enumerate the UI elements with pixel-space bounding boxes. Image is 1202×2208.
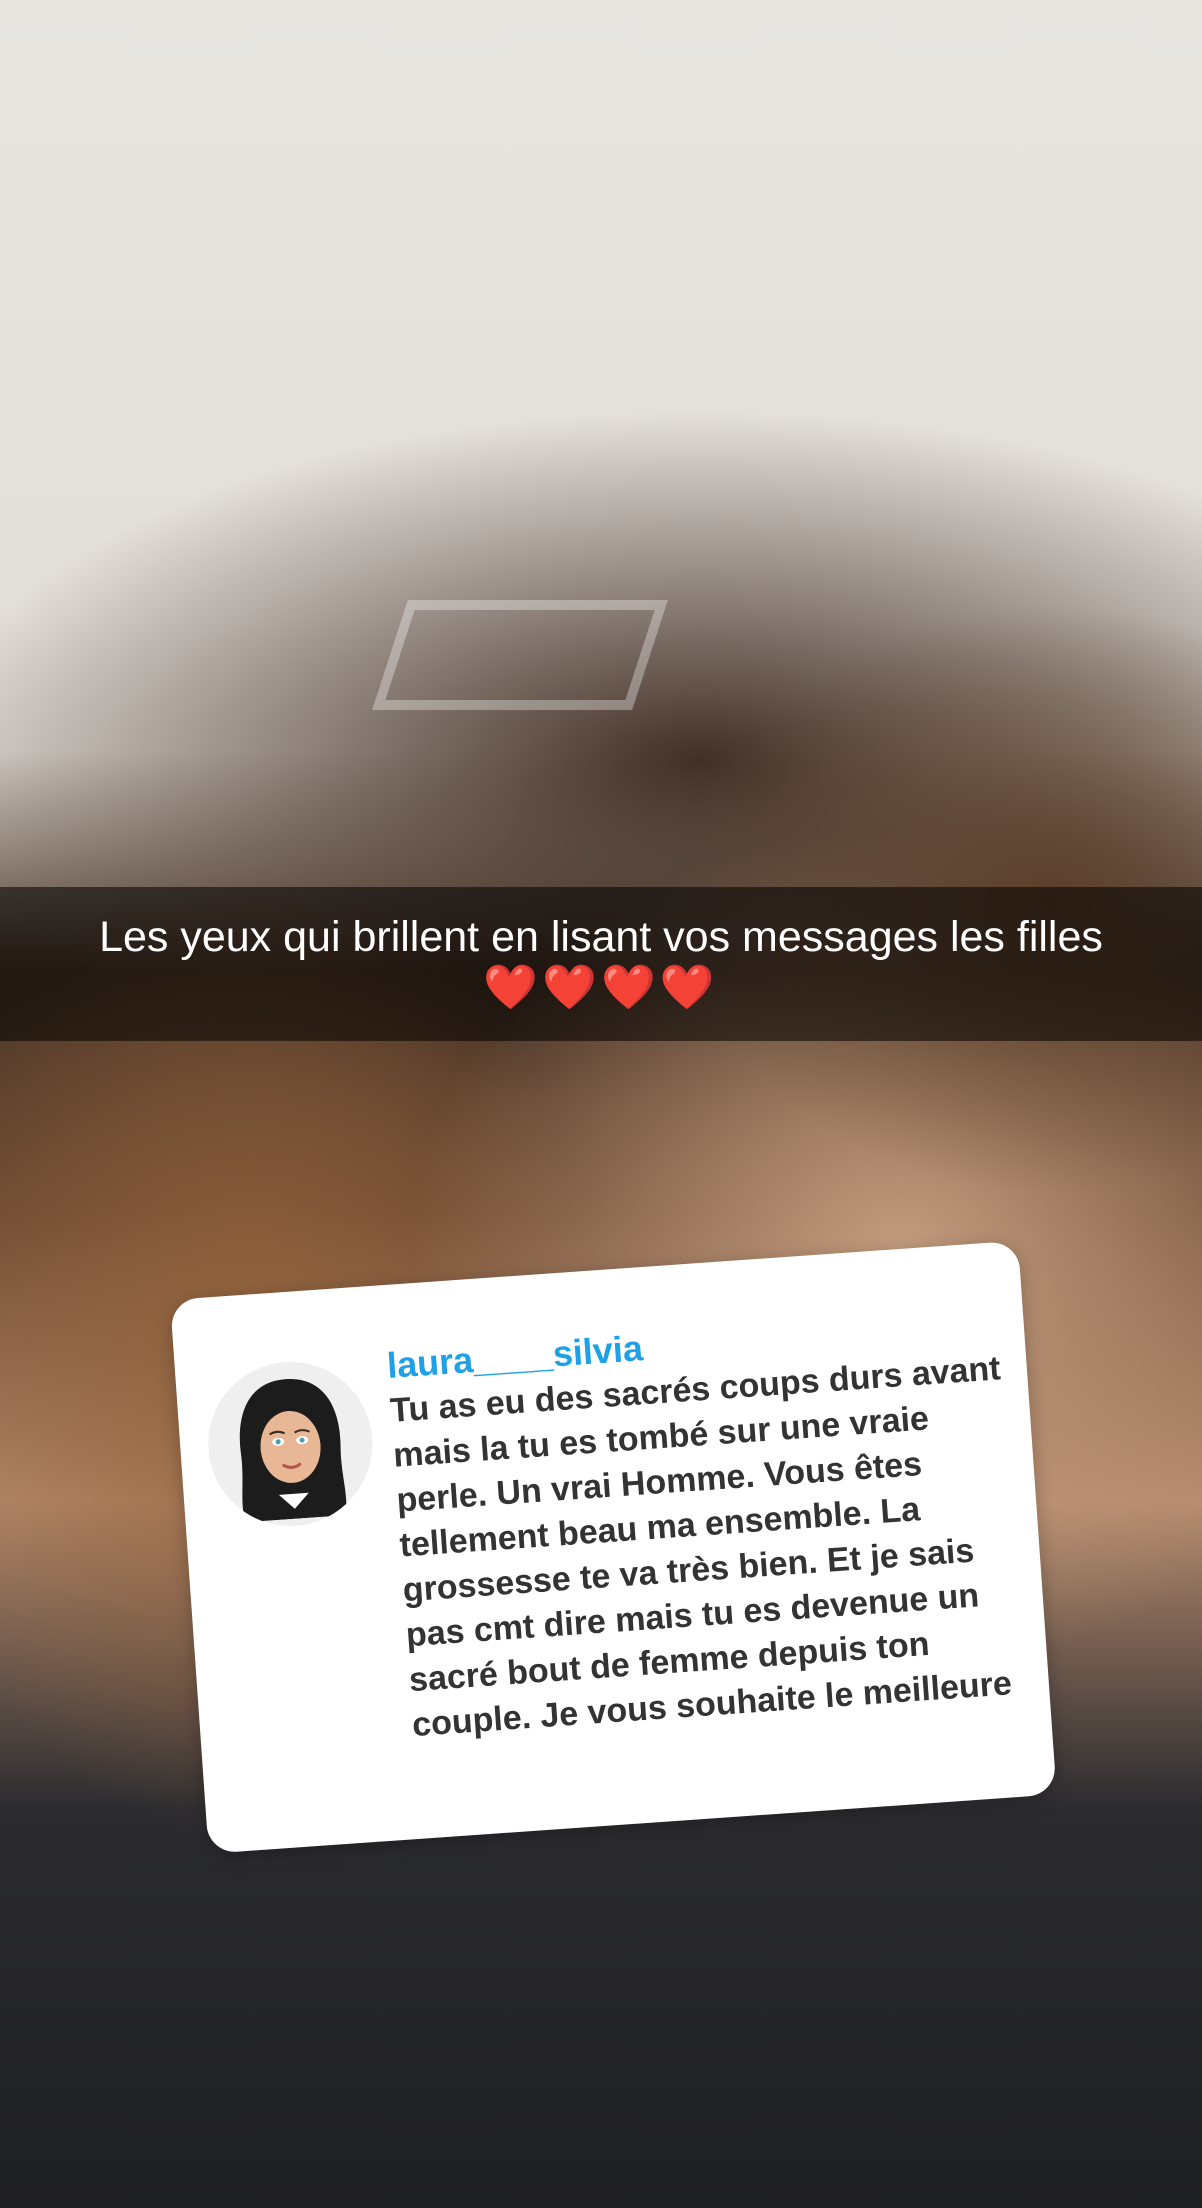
bitmoji-avatar-icon — [202, 1356, 378, 1532]
background-photo — [0, 0, 1202, 2208]
reply-sticker-card[interactable]: laura____silvia Tu as eu des sacrés coup… — [170, 1240, 1057, 1854]
caption-text: Les yeux qui brillent en lisant vos mess… — [99, 913, 1103, 961]
caption-bar[interactable]: Les yeux qui brillent en lisant vos mess… — [0, 887, 1202, 1041]
ceiling-light-fixture — [372, 600, 668, 710]
reply-message-text: Tu as eu des sacrés coups durs avant mai… — [388, 1349, 1013, 1745]
heart-emoji-row: ❤️❤️❤️❤️ — [483, 963, 719, 1012]
